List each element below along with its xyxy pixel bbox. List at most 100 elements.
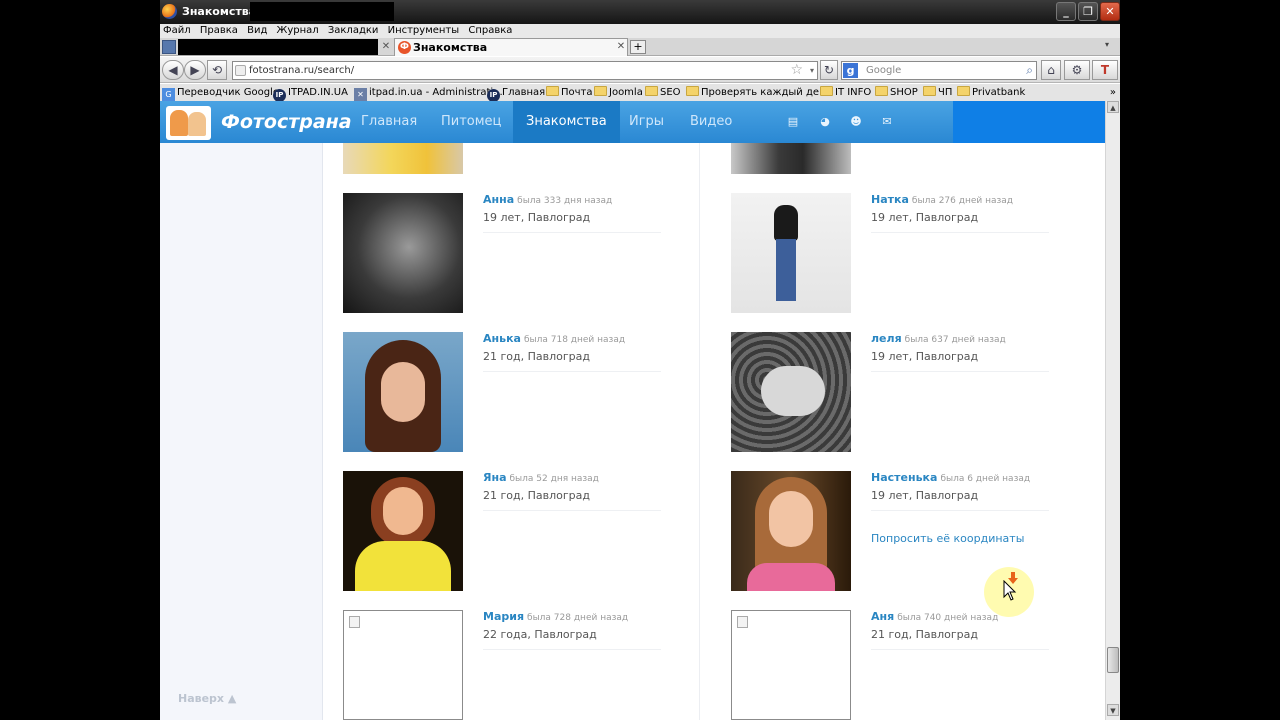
google-icon[interactable]: g [843,63,858,78]
profile-name[interactable]: Яна [483,471,507,484]
home-icon[interactable]: ⌂ [1041,60,1061,80]
menu-view[interactable]: Вид [247,24,267,38]
profile-age-city: 21 год, Павлоград [483,350,590,363]
profile-card-natka: Натка была 276 дней назад 19 лет, Павлогр… [871,193,1049,233]
mail-icon[interactable]: ✉ [881,116,893,128]
close-button[interactable]: ✕ [1100,2,1120,21]
ip-icon: IP [487,89,500,101]
site-logo[interactable]: Фотострана [221,111,352,133]
tab-list-icon[interactable] [162,40,176,54]
profile-card-maria: Мария была 728 дней назад 22 года, Павлог… [483,610,661,650]
bookmark-itpad[interactable]: IP ITPAD.IN.UA [273,84,348,101]
profile-age-city: 21 год, Павлоград [871,628,978,641]
ask-coordinates-link[interactable]: Попросить её координаты [871,532,1049,545]
firefox-icon [162,4,177,19]
nav-home[interactable]: Главная [348,101,430,143]
profile-photo-anya[interactable] [731,610,851,720]
profile-photo[interactable] [731,143,851,174]
menu-history[interactable]: Журнал [277,24,319,38]
profile-name[interactable]: Аня [871,610,894,623]
profile-name[interactable]: Анька [483,332,521,345]
news-icon[interactable]: ▤ [787,116,799,128]
profile-card-nastenka: Настенька была 6 дней назад 19 лет, Павло… [871,471,1049,545]
last-seen: была 6 дней назад [940,474,1031,484]
logo-picture[interactable] [166,106,211,140]
bookmark-folder-privatbank[interactable]: Privatbank [957,84,1025,101]
pie-icon[interactable]: ◕ [819,116,831,128]
profile-photo-yana[interactable] [343,471,463,591]
nav-pet[interactable]: Питомец [428,101,514,143]
addons-icon[interactable]: ⚙ [1064,60,1090,80]
maximize-button[interactable]: ❐ [1078,2,1098,21]
more-bookmarks-icon[interactable]: » [1110,84,1116,101]
bookmark-folder-itinfo[interactable]: IT INFO [820,84,871,101]
site-header: Фотострана Главная Питомец Знакомства Иг… [160,101,1105,143]
tab-label: Знакомства [413,41,488,54]
ip-icon: IP [273,89,286,101]
nav-dating[interactable]: Знакомства [513,101,620,143]
profile-name[interactable]: Мария [483,610,524,623]
url-dropdown-icon[interactable]: ▾ [810,62,814,79]
profile-name[interactable]: Натка [871,193,909,206]
close-tab-icon[interactable]: ✕ [615,41,627,53]
tab-menu-icon[interactable]: ▾ [1105,40,1109,49]
folder-icon [594,86,607,96]
column-divider [699,143,700,720]
menu-bookmarks[interactable]: Закладки [328,24,379,38]
bookmark-folder-joomla[interactable]: Joomla [594,84,643,101]
profile-age-city: 19 лет, Павлоград [871,211,979,224]
forward-button[interactable]: ▶ [184,60,206,80]
search-input[interactable]: g Google ⌕ [841,61,1037,80]
profile-photo-natka[interactable] [731,193,851,313]
menu-file[interactable]: Файл [163,24,191,38]
profile-age-city: 21 год, Павлоград [483,489,590,502]
profile-photo-maria[interactable] [343,610,463,720]
bookmark-folder-daily[interactable]: Проверять каждый де... [686,84,829,101]
redacted-tab[interactable] [178,39,378,55]
url-bar[interactable]: fotostrana.ru/search/ ☆ ▾ [232,61,818,80]
menu-tools[interactable]: Инструменты [388,24,460,38]
broken-image-icon [737,616,748,628]
tab-znakomstva[interactable]: Ф Знакомства [394,38,628,56]
bookmark-admin[interactable]: ✕ itpad.in.ua - Administrati... [354,84,503,101]
new-tab-button[interactable]: + [630,40,646,54]
friends-icon[interactable]: ☻ [850,116,862,128]
profile-name[interactable]: Анна [483,193,514,206]
bookmark-folder-chp[interactable]: ЧП [923,84,952,101]
search-icon[interactable]: ⌕ [1026,62,1033,79]
profile-name[interactable]: леля [871,332,902,345]
folder-icon [820,86,833,96]
last-seen: была 52 дня назад [509,474,599,484]
bookmark-folder-shop[interactable]: SHOP [875,84,918,101]
bookmark-folder-mail[interactable]: Почта [546,84,593,101]
back-button[interactable]: ◀ [162,60,184,80]
minimize-button[interactable]: _ [1056,2,1076,21]
profile-photo-nastenka[interactable] [731,471,851,591]
last-seen: была 740 дней назад [897,613,999,623]
reload-button[interactable]: ⟲ [207,60,227,80]
scroll-up-arrow-icon[interactable]: ▲ [1107,101,1119,113]
menu-edit[interactable]: Правка [200,24,238,38]
nav-games[interactable]: Игры [616,101,677,143]
back-to-top-link[interactable]: Наверх ▲ [178,692,236,705]
scroll-down-arrow-icon[interactable]: ▼ [1107,704,1119,716]
nav-video[interactable]: Видео [677,101,745,143]
profile-photo-anka[interactable] [343,332,463,452]
bookmark-star-icon[interactable]: ☆ [790,62,803,79]
refresh-icon[interactable]: ↻ [820,60,838,80]
scroll-thumb[interactable] [1107,647,1119,673]
bookmark-folder-seo[interactable]: SEO [645,84,681,101]
profile-photo-lelya[interactable] [731,332,851,452]
profile-photo[interactable] [343,143,463,174]
menu-help[interactable]: Справка [468,24,512,38]
translate-toolbar-icon[interactable]: T [1092,60,1118,80]
profile-photo-anna[interactable] [343,193,463,313]
bookmark-home[interactable]: IP Главная [487,84,545,101]
navigation-toolbar: ◀ ▶ ⟲ fotostrana.ru/search/ ☆ ▾ ↻ g Goog… [160,57,1120,83]
profile-name[interactable]: Настенька [871,471,937,484]
profile-card-yana: Яна была 52 дня назад 21 год, Павлоград [483,471,661,511]
close-tab-icon[interactable]: ✕ [380,41,392,53]
page-scrollbar[interactable]: ▲ ▼ [1105,101,1120,720]
bookmark-google-translate[interactable]: G Переводчик Google [162,84,279,101]
site-identity-icon[interactable] [235,65,246,76]
